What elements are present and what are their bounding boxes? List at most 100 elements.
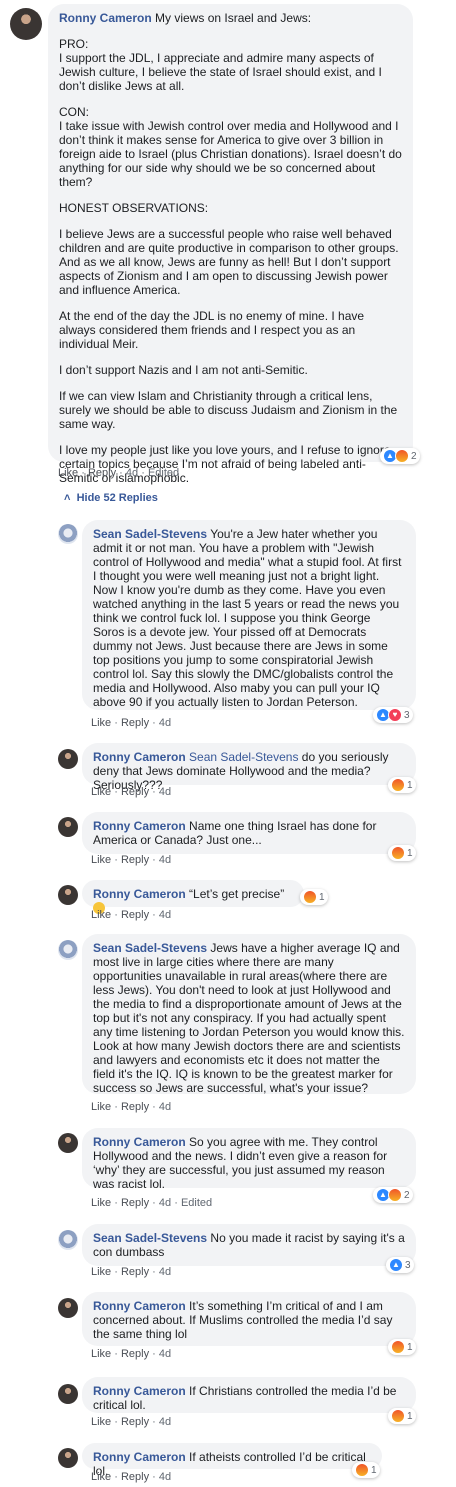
like-link[interactable]: Like: [91, 1348, 111, 1360]
avatar[interactable]: [58, 885, 78, 905]
reply-actions: Like · Reply · 4d: [91, 854, 172, 866]
comment-paragraph: At the end of the day the JDL is no enem…: [59, 309, 365, 351]
edited-label[interactable]: Edited: [148, 467, 179, 479]
comment-header: Ronny Cameron My views on Israel and Jew…: [59, 11, 402, 25]
reply-link[interactable]: Reply: [88, 467, 116, 479]
avatar[interactable]: [10, 8, 42, 40]
timestamp[interactable]: 4d: [159, 717, 171, 729]
author-name[interactable]: Ronny Cameron: [93, 1299, 186, 1313]
angry-reaction-icon: [388, 1188, 402, 1202]
edited-label[interactable]: Edited: [181, 1197, 212, 1209]
angry-reaction-icon: [391, 846, 405, 860]
like-link[interactable]: Like: [91, 1471, 111, 1483]
avatar[interactable]: [58, 1133, 78, 1153]
author-name[interactable]: Sean Sadel-Stevens: [93, 1231, 207, 1245]
reaction-count[interactable]: 1: [300, 889, 328, 905]
reply-link[interactable]: Reply: [121, 909, 149, 921]
avatar[interactable]: [58, 817, 78, 837]
reply-actions: Like · Reply · 4d: [91, 909, 172, 921]
angry-reaction-icon: [391, 1409, 405, 1423]
love-reaction-icon: ♥: [388, 708, 402, 722]
reply-actions: Like · Reply · 4d: [91, 1266, 172, 1278]
reply-bubble: Sean Sadel-Stevens Jews have a higher av…: [82, 934, 416, 1095]
comment-paragraph: If we can view Islam and Christianity th…: [59, 389, 398, 431]
like-link[interactable]: Like: [91, 1266, 111, 1278]
timestamp[interactable]: 4d: [159, 786, 171, 798]
reply-link[interactable]: Reply: [121, 1471, 149, 1483]
author-name[interactable]: Ronny Cameron: [93, 750, 186, 764]
reply-actions: Like · Reply · 4d: [91, 1471, 172, 1483]
reply-actions: Like · Reply · 4d · Edited: [91, 1197, 213, 1209]
reaction-count[interactable]: 1: [388, 1408, 416, 1424]
reply-link[interactable]: Reply: [121, 1101, 149, 1113]
author-name[interactable]: Ronny Cameron: [93, 887, 186, 901]
reply-actions: Like · Reply · 4d: [91, 1101, 172, 1113]
timestamp[interactable]: 4d: [159, 854, 171, 866]
author-name[interactable]: Ronny Cameron: [93, 819, 186, 833]
reaction-count[interactable]: ▲ 3: [386, 1257, 414, 1273]
like-link[interactable]: Like: [91, 909, 111, 921]
comment-paragraph: I believe Jews are a successful people w…: [59, 227, 399, 297]
reply-bubble: Ronny Cameron Name one thing Israel has …: [82, 812, 416, 854]
like-link[interactable]: Like: [91, 1197, 111, 1209]
reply-link[interactable]: Reply: [121, 1416, 149, 1428]
like-link[interactable]: Like: [91, 854, 111, 866]
comment-bubble: Ronny Cameron My views on Israel and Jew…: [48, 4, 413, 485]
reaction-count[interactable]: 1: [352, 1462, 380, 1478]
reply-text: You're a Jew hater whether you admit it …: [93, 527, 402, 709]
reaction-count[interactable]: 1: [388, 845, 416, 861]
hide-replies-button[interactable]: ˄ Hide 52 Replies: [64, 492, 158, 504]
avatar[interactable]: [58, 940, 78, 960]
reply-link[interactable]: Reply: [121, 1266, 149, 1278]
like-link[interactable]: Like: [91, 717, 111, 729]
like-reaction-icon: ▲: [389, 1258, 403, 1272]
reply-bubble: Ronny Cameron If Christians controlled t…: [82, 1377, 416, 1413]
avatar[interactable]: [58, 1298, 78, 1318]
like-link[interactable]: Like: [91, 1101, 111, 1113]
timestamp[interactable]: 4d: [159, 1266, 171, 1278]
timestamp[interactable]: 4d: [159, 1416, 171, 1428]
reply-bubble: Ronny Cameron So you agree with me. They…: [82, 1128, 416, 1191]
reply-link[interactable]: Reply: [121, 717, 149, 729]
author-name[interactable]: Ronny Cameron: [93, 1135, 186, 1149]
author-name[interactable]: Sean Sadel-Stevens: [93, 941, 207, 955]
timestamp[interactable]: 4d: [159, 909, 171, 921]
chevron-up-icon: ˄: [64, 492, 71, 504]
timestamp[interactable]: 4d: [159, 1197, 171, 1209]
reaction-count[interactable]: 1: [388, 777, 416, 793]
avatar[interactable]: [58, 524, 78, 544]
reaction-count[interactable]: 1: [388, 1339, 416, 1355]
reaction-count[interactable]: ▲ 2: [373, 1187, 413, 1203]
reply-text: “Let’s get precise”: [189, 887, 285, 901]
avatar[interactable]: [58, 1230, 78, 1250]
reply-link[interactable]: Reply: [121, 1348, 149, 1360]
timestamp[interactable]: 4d: [159, 1348, 171, 1360]
angry-reaction-icon: [391, 778, 405, 792]
reply-link[interactable]: Reply: [121, 786, 149, 798]
angry-reaction-icon: [355, 1463, 369, 1477]
author-name[interactable]: Sean Sadel-Stevens: [93, 527, 207, 541]
reply-bubble: Ronny Cameron It’s something I’m critica…: [82, 1292, 416, 1346]
like-link[interactable]: Like: [58, 467, 78, 479]
avatar[interactable]: [58, 1384, 78, 1404]
angry-reaction-icon: [391, 1340, 405, 1354]
author-name[interactable]: Ronny Cameron: [93, 1384, 186, 1398]
avatar[interactable]: [58, 1448, 78, 1468]
mention-link[interactable]: Sean Sadel-Stevens: [189, 750, 298, 764]
reply-bubble: Sean Sadel-Stevens You're a Jew hater wh…: [82, 520, 416, 710]
reaction-count[interactable]: ▲ 2: [380, 448, 420, 464]
comment-actions: Like · Reply · 4d · Edited: [58, 467, 180, 479]
timestamp[interactable]: 4d: [159, 1101, 171, 1113]
author-name[interactable]: Ronny Cameron: [59, 11, 152, 25]
like-link[interactable]: Like: [91, 786, 111, 798]
reply-bubble: Ronny Cameron “Let’s get precise”: [82, 880, 304, 914]
reply-link[interactable]: Reply: [121, 1197, 149, 1209]
author-name[interactable]: Ronny Cameron: [93, 1450, 186, 1464]
like-link[interactable]: Like: [91, 1416, 111, 1428]
avatar[interactable]: [58, 749, 78, 769]
reaction-count[interactable]: ▲ ♥ 3: [373, 707, 413, 723]
timestamp[interactable]: 4d: [126, 467, 138, 479]
reply-link[interactable]: Reply: [121, 854, 149, 866]
comment-paragraph: I don’t support Nazis and I am not anti-…: [59, 363, 308, 377]
timestamp[interactable]: 4d: [159, 1471, 171, 1483]
